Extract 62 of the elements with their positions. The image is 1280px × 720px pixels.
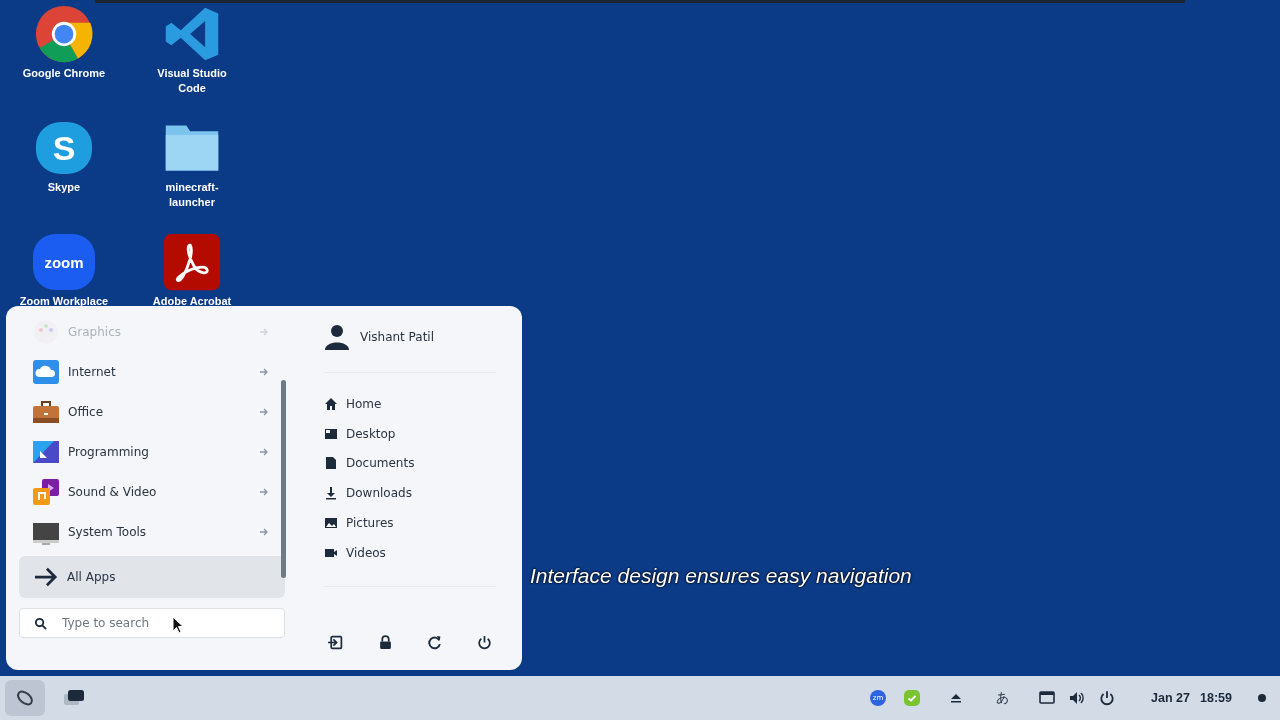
acrobat-icon[interactable] — [162, 232, 222, 292]
place-item[interactable]: Downloads — [324, 478, 496, 509]
category-item[interactable]: Sound & Video — [19, 472, 285, 512]
arrow-icon — [259, 487, 269, 497]
desktop-icon-label: Zoom Workplace — [18, 294, 110, 309]
time: 18:59 — [1200, 691, 1232, 705]
eject-icon[interactable] — [950, 692, 963, 704]
category-item[interactable]: Internet — [19, 352, 285, 392]
programming-icon — [32, 438, 60, 466]
category-item[interactable]: Programming — [19, 432, 285, 472]
notification-dot-icon[interactable] — [1258, 694, 1266, 702]
arrow-icon — [259, 367, 269, 377]
refresh-icon[interactable] — [427, 634, 443, 650]
power-icon[interactable] — [476, 634, 492, 650]
place-item[interactable]: Home — [324, 389, 496, 419]
search-field[interactable]: Type to search — [19, 608, 285, 638]
ring-icon — [15, 688, 35, 708]
all-apps-item[interactable]: All Apps — [19, 556, 285, 598]
input-method-indicator[interactable]: あ — [996, 689, 1010, 707]
category-item[interactable]: Office — [19, 392, 285, 432]
mouse-cursor — [172, 616, 184, 634]
date: Jan 27 — [1151, 691, 1190, 705]
home-icon — [324, 396, 338, 411]
place-item[interactable]: Pictures — [324, 508, 496, 538]
desktop-icon-label: Skype — [46, 180, 82, 195]
search-icon — [34, 617, 47, 630]
screen-icon[interactable] — [1039, 690, 1056, 706]
arrow-icon — [259, 447, 269, 457]
place-item[interactable]: Desktop — [324, 418, 496, 449]
lock-icon[interactable] — [377, 634, 393, 650]
volume-icon[interactable] — [1069, 690, 1086, 706]
image-icon — [324, 516, 338, 531]
user-name: Vishant Patil — [360, 330, 435, 344]
media-icon — [32, 478, 60, 506]
video-caption: Interface design ensures easy navigation — [530, 564, 912, 588]
arrow-icon — [33, 566, 59, 588]
desktop-icon-label: minecraft-launcher — [164, 180, 220, 210]
arrow-icon — [259, 527, 269, 537]
place-item[interactable]: Documents — [324, 448, 496, 479]
clock[interactable]: Jan 27 18:59 — [1151, 691, 1232, 705]
start-button[interactable] — [5, 680, 45, 716]
document-icon — [324, 456, 338, 471]
desktop-icon — [324, 426, 338, 441]
category-item[interactable]: System Tools — [19, 512, 285, 552]
arrow-icon — [259, 407, 269, 417]
scrollbar[interactable] — [281, 380, 286, 578]
cloud-icon — [32, 358, 60, 386]
chrome-icon[interactable] — [34, 4, 94, 64]
desktop-icon-label: Google Chrome — [21, 66, 107, 81]
arrow-icon — [259, 327, 269, 337]
user-icon — [324, 324, 350, 350]
power-icon[interactable] — [1099, 690, 1116, 706]
download-icon — [324, 486, 338, 501]
place-item[interactable]: Videos — [324, 538, 496, 568]
desktop-icon-label: Adobe Acrobat — [151, 294, 233, 309]
palette-icon — [32, 318, 60, 346]
desktop-icon-label: Visual Studio Code — [156, 66, 228, 96]
windows-icon[interactable] — [63, 689, 85, 707]
briefcase-icon — [32, 398, 60, 426]
logout-icon[interactable] — [328, 634, 343, 650]
zoom-icon[interactable]: zoom — [33, 234, 95, 290]
check-icon[interactable] — [904, 690, 921, 706]
